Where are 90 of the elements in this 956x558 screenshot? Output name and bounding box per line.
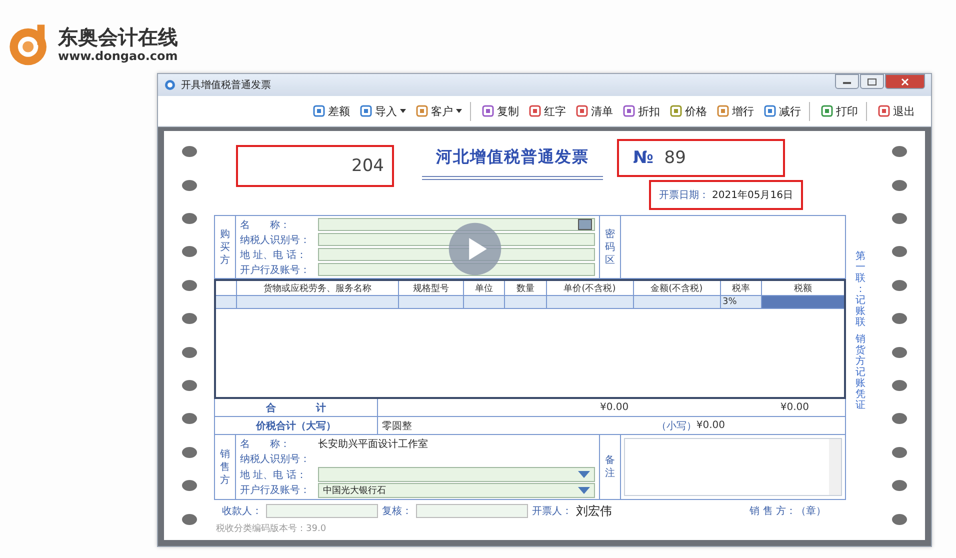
dropdown-icon [578,486,590,494]
total-amount: ¥0.00 [600,402,629,413]
close-icon [900,78,910,86]
select-field[interactable]: 中国光大银行石 [318,482,595,498]
field-label: 复核： [382,504,412,518]
punch-hole [182,446,196,458]
toolbar-button[interactable]: 减行 [762,102,810,120]
toolbar-button[interactable]: 折扣 [621,102,662,120]
invoice-title: 河北增值税普通发票 [422,147,603,180]
punch-hole [182,346,196,358]
punch-hole [892,280,906,291]
total-label: 合 计 [215,399,378,416]
minimize-button[interactable] [835,74,859,89]
maximize-button[interactable] [860,74,884,89]
toolbar-button[interactable]: 增行 [715,102,756,120]
invoice-date: 开票日期： 2021年05月16日 [649,180,803,210]
punch-hole [182,380,196,392]
punch-hole [892,346,906,358]
invoice-number: № 89 [617,139,785,177]
punch-hole [182,480,196,492]
field-label: 名 称： [240,438,291,451]
punch-hole [182,213,196,224]
punch-hole [182,146,196,158]
version-text: 税收分类编码版本号：39.0 [215,522,328,535]
grand-total-label: 价税合计（大写） [215,417,378,434]
punch-hole [182,413,196,424]
field-label: 开户行及账号： [240,484,311,498]
amount-in-words: 零圆整 [382,420,412,432]
field-label: 纳税人识别号： [240,234,311,246]
section-label: 销售方 [215,435,236,499]
remarks-field[interactable] [624,438,842,496]
small-label: （小写） [656,420,696,432]
toolbar-button[interactable]: 打印 [819,102,867,120]
invoice-code: 204 [236,145,394,187]
toolbar-button[interactable]: 导入 [358,102,408,120]
table-cell: 3% [720,296,762,308]
play-icon[interactable] [448,222,502,276]
punch-hole [892,413,906,424]
close-button[interactable] [885,74,925,89]
select-field[interactable] [318,467,595,482]
field-label: 地 址、电 话： [240,468,308,482]
section-label: 密码区 [599,216,621,278]
punch-hole [892,446,906,458]
grand-total: ¥0.00 [696,420,725,431]
punch-hole [892,380,906,392]
caret-icon [456,109,462,113]
punch-hole [182,514,196,525]
copy-note: 第一联：记账联 [854,251,866,328]
window-title: 开具增值税普通发票 [181,78,271,92]
field-label: 开票人： [532,505,572,518]
toolbar-button[interactable]: 红字 [527,102,568,120]
field-label: 销 售 方：（章） [750,504,826,518]
issuer-name: 刘宏伟 [576,502,612,520]
punch-hole [892,180,906,191]
dropdown-icon [578,471,590,478]
caret-icon [400,109,406,113]
field-label: 地 址、电 话： [240,248,308,262]
field-value: 长安助兴平面设计工作室 [318,438,428,450]
input-field[interactable] [318,218,595,231]
copy-note: 销货方记账凭证 [854,334,866,411]
toolbar-button[interactable]: 清单 [574,102,615,120]
field-label: 收款人： [222,505,262,518]
maximize-icon [867,78,877,86]
app-icon [164,79,176,91]
punch-hole [182,280,196,291]
punch-hole [892,246,906,258]
field-label: 开户行及账号： [240,264,311,276]
total-tax: ¥0.00 [780,402,809,413]
toolbar-button[interactable]: 差额 [311,102,352,120]
input-field[interactable] [266,504,378,518]
field-label: 名 称： [240,218,291,232]
input-field[interactable] [416,504,528,518]
punch-hole [182,313,196,324]
section-label: 购买方 [215,216,236,278]
brand-name: 东奥会计在线 [58,25,178,49]
toolbar-button[interactable]: 价格 [668,102,709,120]
field-label: 纳税人识别号： [240,452,311,466]
lookup-icon[interactable] [578,219,592,230]
punch-hole [182,246,196,258]
brand-url: www.dongao.com [58,49,178,63]
punch-hole [182,180,196,191]
toolbar-button[interactable]: 退出 [876,102,917,120]
punch-hole [892,213,906,224]
punch-hole [892,514,906,525]
toolbar-button[interactable]: 客户 [414,102,471,120]
punch-hole [892,313,906,324]
section-label: 备注 [599,435,621,499]
toolbar-button[interactable]: 复制 [480,102,521,120]
punch-hole [892,480,906,492]
punch-hole [892,146,906,158]
